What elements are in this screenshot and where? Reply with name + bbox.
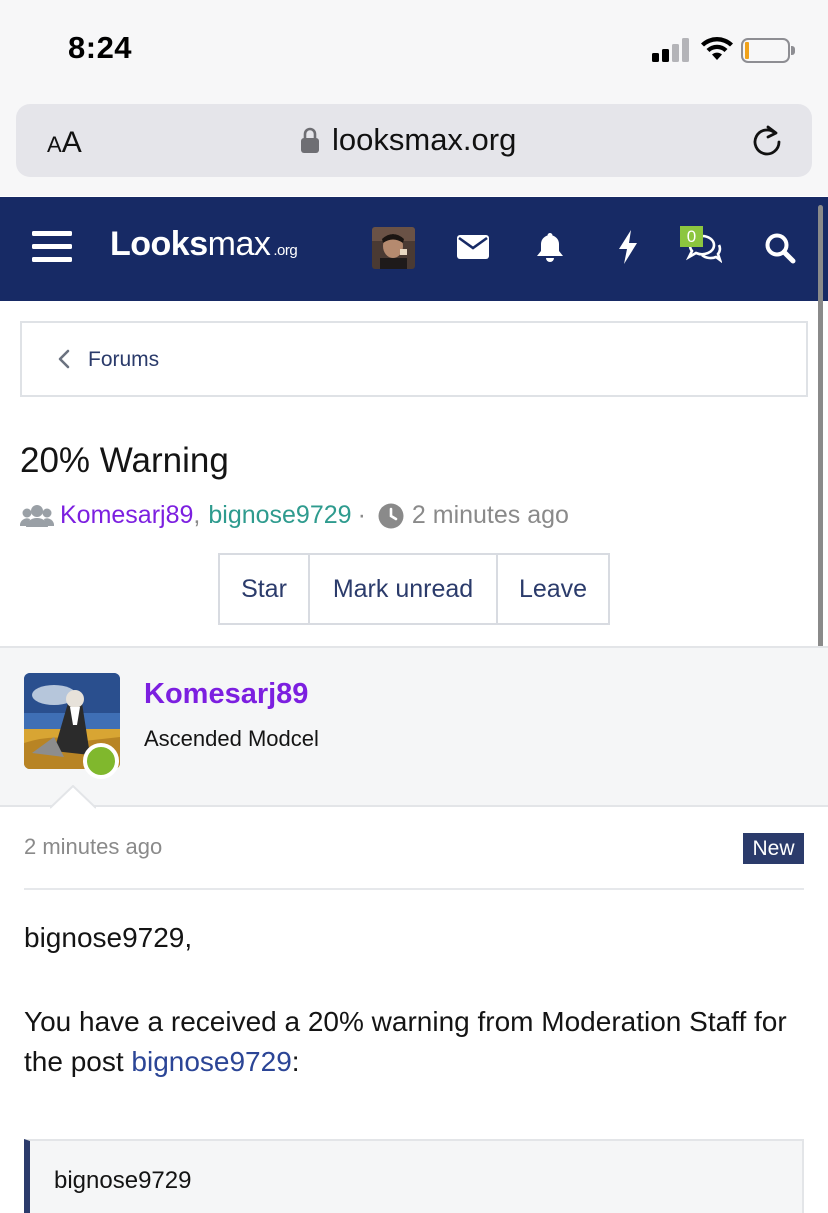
battery-icon xyxy=(741,38,795,63)
text-size-button[interactable]: AA xyxy=(47,126,82,160)
participant-bignose9729[interactable]: bignose9729 xyxy=(208,501,351,530)
site-logo[interactable]: Looksmax .org xyxy=(110,225,298,264)
divider xyxy=(24,888,804,890)
search-icon[interactable] xyxy=(764,232,796,264)
quote-author[interactable]: bignose9729 xyxy=(54,1167,191,1195)
quote-block: bignose9729 xyxy=(24,1139,804,1213)
users-icon xyxy=(20,504,54,527)
thread-actions: Star Mark unread Leave xyxy=(218,553,610,625)
mark-unread-button[interactable]: Mark unread xyxy=(310,555,498,623)
leave-button[interactable]: Leave xyxy=(498,555,608,623)
star-button[interactable]: Star xyxy=(220,555,310,623)
url-display[interactable]: looksmax.org xyxy=(300,122,516,158)
author-name[interactable]: Komesarj89 xyxy=(144,678,308,711)
browser-chrome: AA looksmax.org xyxy=(0,96,828,196)
chevron-left-icon xyxy=(58,349,70,369)
page-title: 20% Warning xyxy=(20,441,229,480)
clock-icon xyxy=(378,503,404,528)
message-arrow xyxy=(50,785,96,809)
thread-meta: Komesarj89 , bignose9729 · 2 minutes ago xyxy=(20,501,569,530)
participant-komesarj89[interactable]: Komesarj89 xyxy=(60,501,193,530)
online-status-indicator xyxy=(83,743,119,779)
inbox-icon[interactable] xyxy=(457,235,489,259)
status-time: 8:24 xyxy=(68,30,133,65)
post-link[interactable]: bignose9729 xyxy=(131,1046,291,1077)
message-user-block: Komesarj89 Ascended Modcel xyxy=(0,646,828,807)
message-body: bignose9729, You have a received a 20% w… xyxy=(24,918,804,1126)
menu-icon[interactable] xyxy=(30,227,74,267)
thread-time: 2 minutes ago xyxy=(411,501,569,529)
scrollbar[interactable] xyxy=(818,205,823,648)
address-bar[interactable]: AA looksmax.org xyxy=(16,104,812,177)
lock-icon xyxy=(301,127,319,153)
reload-icon[interactable] xyxy=(749,124,785,160)
bell-icon[interactable] xyxy=(535,231,565,263)
bolt-icon[interactable] xyxy=(617,230,639,264)
wifi-icon xyxy=(701,37,733,60)
new-badge: New xyxy=(743,833,804,864)
message-paragraph: You have a received a 20% warning from M… xyxy=(24,1006,787,1077)
user-avatar[interactable] xyxy=(372,227,415,269)
url-text: looksmax.org xyxy=(332,122,517,157)
author-rank: Ascended Modcel xyxy=(144,726,319,751)
message-greeting: bignose9729, xyxy=(24,922,193,953)
breadcrumb-forums-link[interactable]: Forums xyxy=(88,348,159,372)
conversations-count-badge: 0 xyxy=(680,226,703,247)
message-time[interactable]: 2 minutes ago xyxy=(24,834,162,860)
cellular-signal-icon xyxy=(652,38,692,62)
ios-status-bar: 8:24 xyxy=(0,0,828,96)
breadcrumb[interactable]: Forums xyxy=(20,321,808,397)
